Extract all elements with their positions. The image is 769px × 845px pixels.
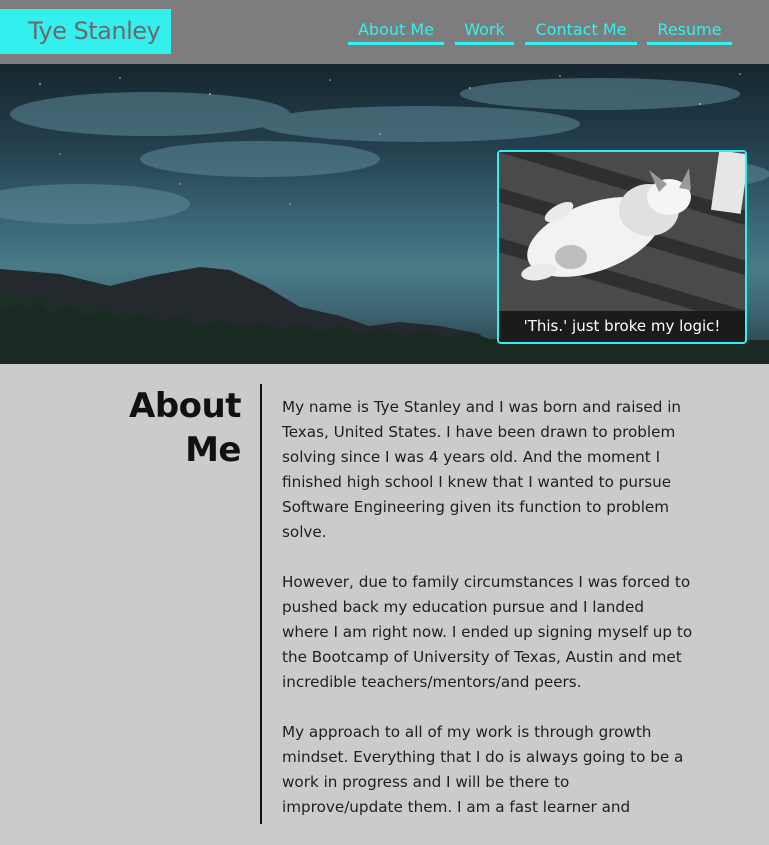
about-me-heading-text: About Me bbox=[129, 386, 241, 470]
about-paragraph: However, due to family circumstances I w… bbox=[282, 573, 693, 691]
section-divider bbox=[260, 384, 262, 824]
dog-photo-card: 'This.' just broke my logic! bbox=[497, 150, 747, 344]
nav-link-contact-me[interactable]: Contact Me bbox=[525, 18, 637, 45]
about-me-heading: About Me bbox=[100, 384, 241, 472]
dog-photo bbox=[499, 152, 745, 312]
nav-link-about-me[interactable]: About Me bbox=[348, 18, 444, 45]
about-me-text: My name is Tye Stanley and I was born an… bbox=[282, 395, 694, 845]
site-header: Tye Stanley About Me Work Contact Me Res… bbox=[0, 0, 769, 64]
about-paragraph: My approach to all of my work is through… bbox=[282, 723, 684, 816]
photo-caption: 'This.' just broke my logic! bbox=[499, 311, 745, 342]
main-nav: About Me Work Contact Me Resume bbox=[0, 0, 769, 64]
about-paragraph: My name is Tye Stanley and I was born an… bbox=[282, 398, 682, 541]
nav-link-work[interactable]: Work bbox=[455, 18, 514, 45]
nav-link-resume[interactable]: Resume bbox=[647, 18, 732, 45]
hero-banner: 'This.' just broke my logic! bbox=[0, 64, 769, 364]
